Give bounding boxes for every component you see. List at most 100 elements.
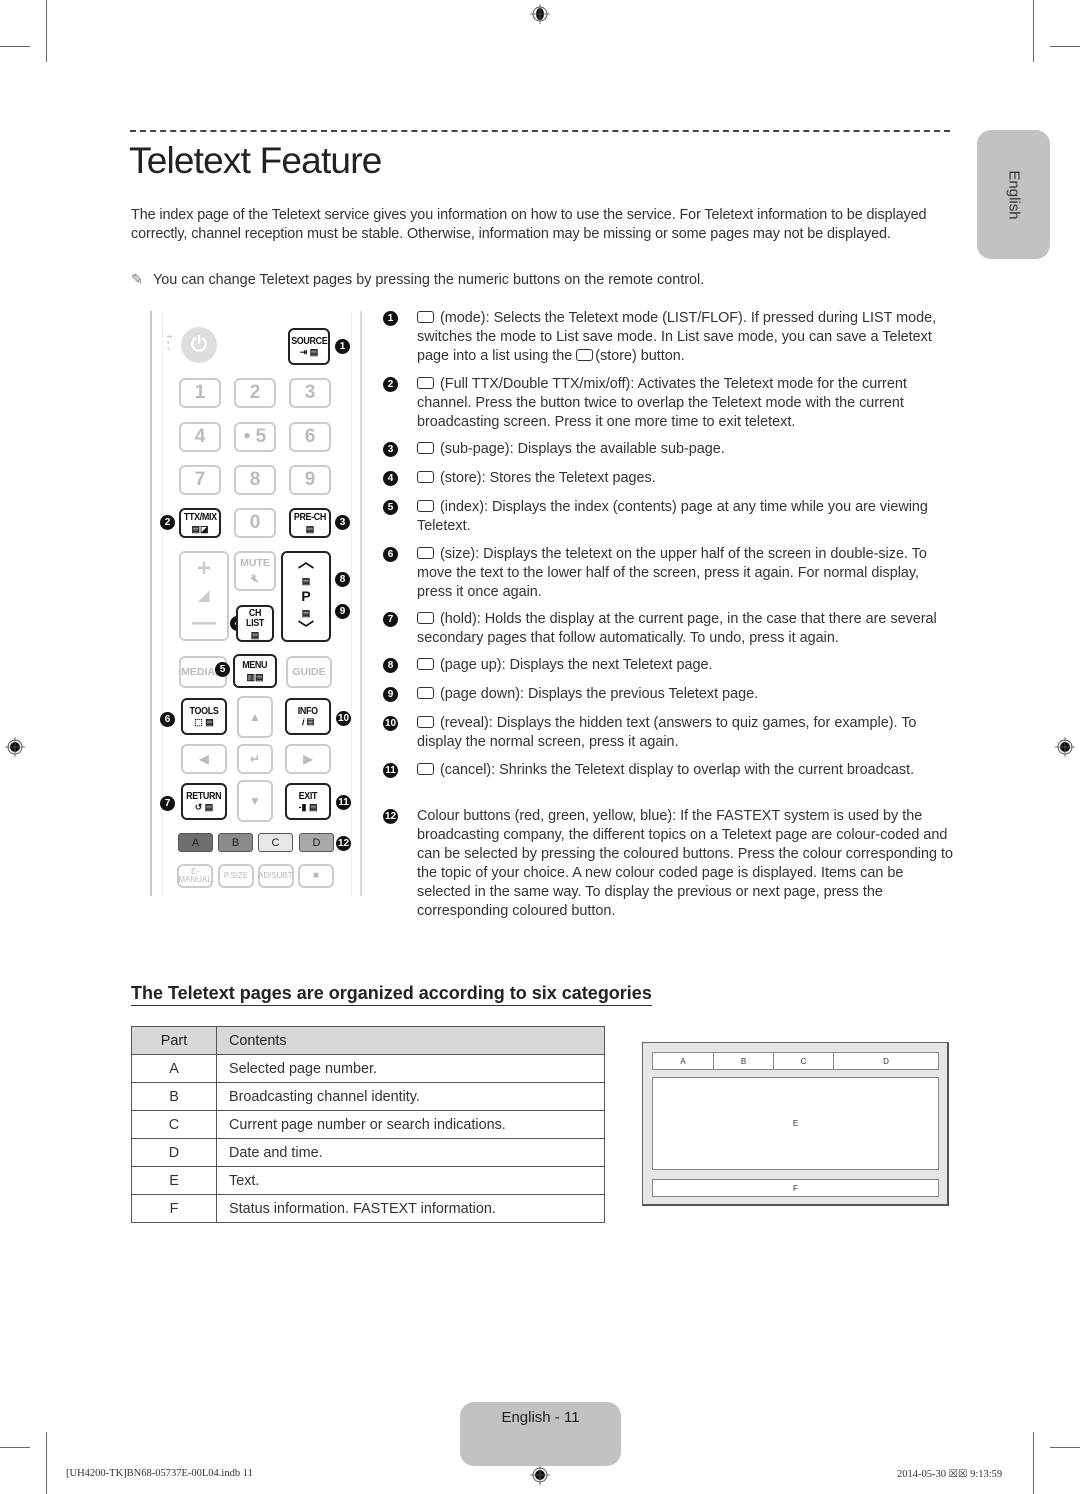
cell-contents: Status information. FASTEXT information. — [216, 1194, 605, 1223]
crop-mark — [1033, 0, 1034, 62]
up-arrow-icon: ▲ — [249, 710, 261, 724]
description-item: 3 (sub-page): Displays the available sub… — [383, 440, 953, 459]
led-dots: •• • • — [167, 334, 172, 353]
crop-mark — [1050, 1447, 1080, 1448]
table-row: E Text. — [131, 1166, 605, 1195]
pre-ch-button[interactable]: PRE-CH ▤ — [289, 508, 331, 538]
table-row: D Date and time. — [131, 1138, 605, 1167]
callout-number: 11 — [383, 763, 398, 778]
callout-1: 1 — [335, 339, 350, 354]
callout-number: 10 — [383, 716, 398, 731]
registration-mark-icon — [5, 737, 25, 757]
categories-title: The Teletext pages are organized accordi… — [131, 983, 652, 1006]
guide-button[interactable]: GUIDE — [286, 656, 332, 688]
size-icon: ⬚ ▤ — [194, 717, 214, 728]
power-icon: ⏻ — [191, 333, 207, 356]
description-body: (page up): Displays the next Teletext pa… — [440, 657, 713, 673]
header-part: Part — [131, 1026, 217, 1055]
callout-6: 6 — [160, 712, 175, 727]
callout-number: 6 — [383, 547, 398, 562]
crop-mark — [46, 1432, 47, 1494]
callout-2: 2 — [160, 515, 175, 530]
number-button-5[interactable]: • 5 — [234, 422, 276, 452]
table-row: A Selected page number. — [131, 1054, 605, 1083]
diagram-part-a: A — [653, 1053, 714, 1069]
cell-contents: Selected page number. — [216, 1054, 605, 1083]
callout-number: 8 — [383, 658, 398, 673]
colour-button-c[interactable]: C — [258, 833, 293, 852]
colour-button-a[interactable]: A — [178, 833, 213, 852]
callout-number: 7 — [383, 612, 398, 627]
print-slug-right: 2014-05-30 ☒☒ 9:13:59 — [897, 1469, 1003, 1480]
ch-list-button[interactable]: CH LIST ▤ — [236, 605, 274, 642]
menu-button[interactable]: MENU ▥▤ — [233, 654, 277, 688]
left-arrow-icon: ◀ — [199, 752, 209, 766]
number-button-9[interactable]: 9 — [289, 465, 331, 495]
return-button[interactable]: RETURN ↺ ▤ — [181, 783, 227, 820]
table-row: F Status information. FASTEXT information… — [131, 1194, 605, 1223]
description-text: (Full TTX/Double TTX/mix/off): Activates… — [417, 375, 953, 432]
stop-button[interactable]: ■ — [298, 864, 334, 888]
description-text: (sub-page): Displays the available sub-p… — [417, 440, 953, 459]
hold-icon: ↺ ▤ — [194, 802, 214, 813]
right-arrow-button[interactable]: ▶ — [285, 744, 331, 774]
mute-button[interactable]: MUTE 🔇︎ — [234, 551, 276, 591]
crop-mark — [1033, 1432, 1034, 1494]
callout-number: 1 — [383, 311, 398, 326]
callout-7: 7 — [160, 796, 175, 811]
exit-button[interactable]: EXIT -▮ ▤ — [285, 783, 331, 820]
description-item: 10 (reveal): Displays the hidden text (a… — [383, 714, 953, 752]
channel-down-icon: ﹀ — [297, 621, 314, 639]
p-size-button[interactable]: P.SIZE — [218, 864, 254, 888]
description-item: 12 Colour buttons (red, green, yellow, bl… — [383, 807, 953, 921]
index-icon: ▥▤ — [246, 671, 264, 682]
down-arrow-button[interactable]: ▼ — [237, 780, 273, 822]
description-tail: (store) button. — [595, 348, 685, 364]
number-button-7[interactable]: 7 — [179, 465, 221, 495]
ttx-mix-button[interactable]: TTX/MIX ▤◪ — [179, 508, 221, 538]
number-button-8[interactable]: 8 — [234, 465, 276, 495]
power-button[interactable]: ⏻ — [181, 327, 217, 363]
ttx-icon: ▤◪ — [191, 523, 209, 534]
callout-5: 5 — [215, 662, 230, 677]
volume-down-icon: — — [192, 608, 216, 636]
callout-11: 11 — [336, 795, 351, 810]
number-button-6[interactable]: 6 — [289, 422, 331, 452]
enter-button[interactable]: ↵ — [237, 744, 273, 774]
page-number: English - 11 — [501, 1409, 580, 1426]
info-button[interactable]: INFO 𝑖 ▤ — [285, 698, 331, 735]
description-text: Colour buttons (red, green, yellow, blue… — [417, 807, 953, 921]
number-button-0[interactable]: 0 — [234, 508, 276, 538]
registration-mark-icon — [530, 1465, 550, 1485]
description-text: (size): Displays the teletext on the upp… — [417, 545, 953, 602]
callout-3: 3 — [335, 515, 350, 530]
channel-rocker[interactable]: ︿ ▤ P ▤ ﹀ — [281, 551, 331, 642]
cancel-icon: -▮ ▤ — [298, 802, 318, 813]
number-button-1[interactable]: 1 — [179, 378, 221, 408]
tools-button[interactable]: TOOLS ⬚ ▤ — [181, 698, 227, 735]
description-body: (store): Stores the Teletext pages. — [440, 470, 656, 486]
description-text: (store): Stores the Teletext pages. — [417, 469, 953, 488]
description-text: (cancel): Shrinks the Teletext display t… — [417, 761, 953, 780]
page-number-tab: English - 11 — [460, 1402, 621, 1466]
volume-level-icon: ◢ — [198, 587, 210, 604]
source-button[interactable]: SOURCE ⇥ ▤ — [288, 328, 330, 365]
colour-button-b[interactable]: B — [218, 833, 253, 852]
description-body: Colour buttons (red, green, yellow, blue… — [417, 808, 953, 919]
number-button-3[interactable]: 3 — [289, 378, 331, 408]
page-up-icon: ▤ — [301, 575, 311, 586]
e-manual-button[interactable]: E-MANUAL — [177, 864, 213, 888]
up-arrow-button[interactable]: ▲ — [237, 696, 273, 738]
registration-mark-icon — [1055, 737, 1075, 757]
volume-rocker[interactable]: + ◢ — — [179, 551, 229, 641]
callout-number: 9 — [383, 687, 398, 702]
intro-paragraph: The index page of the Teletext service g… — [131, 207, 927, 242]
ad-subt-button[interactable]: AD/SUBT. — [258, 864, 294, 888]
number-button-4[interactable]: 4 — [179, 422, 221, 452]
left-arrow-button[interactable]: ◀ — [181, 744, 227, 774]
number-button-2[interactable]: 2 — [234, 378, 276, 408]
note: ✎ You can change Teletext pages by pressi… — [131, 271, 941, 290]
colour-button-d[interactable]: D — [299, 833, 334, 852]
cell-part: A — [131, 1054, 217, 1083]
page-title: Teletext Feature — [129, 140, 382, 181]
